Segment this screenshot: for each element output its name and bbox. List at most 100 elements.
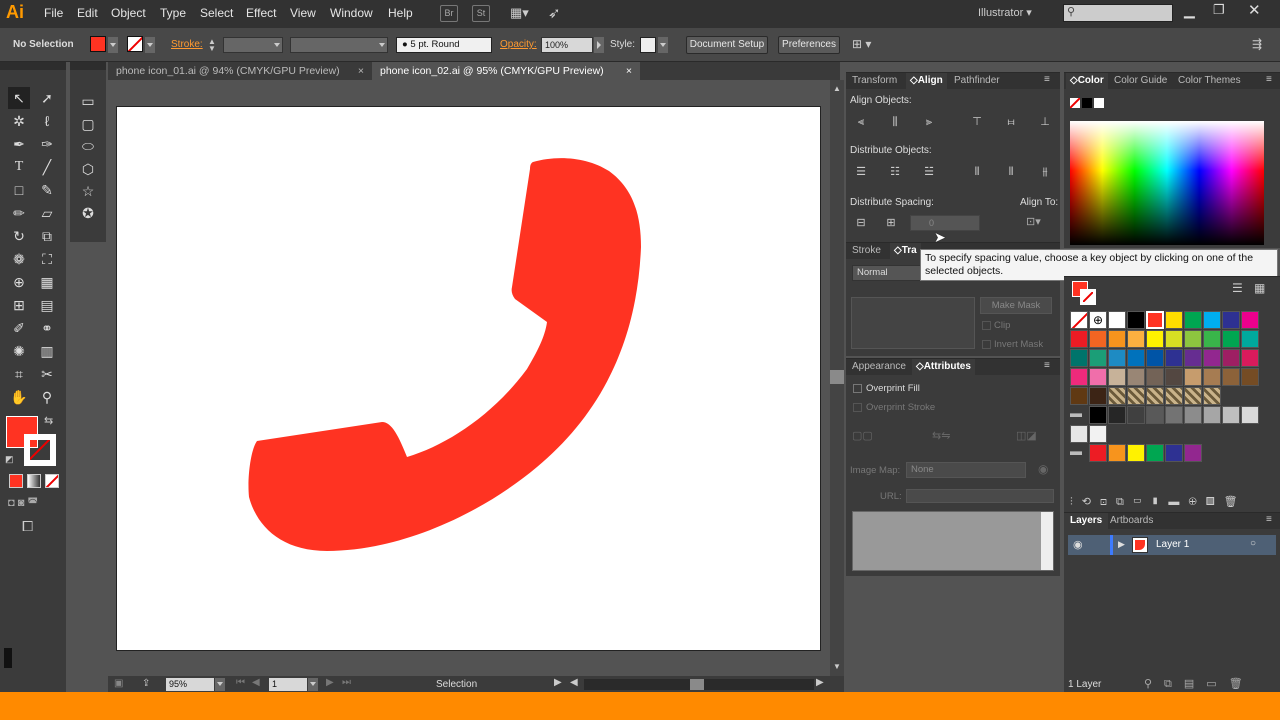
menu-select[interactable]: Select [200, 6, 233, 20]
swatch-color[interactable] [1165, 349, 1183, 367]
show-center-icons[interactable]: ▢▢ [852, 429, 873, 442]
swatch-color[interactable] [1203, 330, 1221, 348]
swatch-stroke-indicator[interactable] [1080, 289, 1096, 305]
swatch-color[interactable] [1127, 406, 1145, 424]
column-graph-tool-icon[interactable]: ▥ [36, 340, 58, 362]
menu-view[interactable]: View [290, 6, 316, 20]
swatch-pattern[interactable] [1203, 387, 1221, 405]
rotate-tool-icon[interactable]: ↻ [8, 225, 30, 247]
swatch-folder-icon[interactable]: ▬ [1070, 406, 1088, 424]
status-menu-icon[interactable]: ▶ [554, 677, 562, 688]
mesh-tool-icon[interactable]: ⊞ [8, 294, 30, 316]
style-dropdown[interactable] [658, 37, 668, 53]
selection-tool-icon[interactable]: ↖ [8, 87, 30, 109]
tab-phone-icon-01[interactable]: phone icon_01.ai @ 94% (CMYK/GPU Preview… [108, 62, 372, 80]
align-left-icon[interactable]: ⫷ [854, 115, 868, 129]
horizontal-distribute-space-icon[interactable]: ⊞ [884, 216, 898, 230]
swatch-color[interactable] [1108, 311, 1126, 329]
menu-type[interactable]: Type [160, 6, 186, 20]
swatch-color[interactable] [1070, 349, 1088, 367]
swatch-color[interactable] [1184, 349, 1202, 367]
horizontal-scrollbar[interactable] [584, 679, 814, 690]
h-scroll-thumb[interactable] [690, 679, 704, 690]
rectangle-shape-icon[interactable]: ▭ [77, 90, 99, 112]
none-mode-icon[interactable] [45, 474, 59, 488]
swatch-folder-icon[interactable]: ▬ [1070, 444, 1088, 462]
artboard-tool-icon[interactable]: ⌗ [8, 363, 30, 385]
swatch-color[interactable] [1165, 406, 1183, 424]
swatch-color[interactable] [1108, 444, 1126, 462]
swatch-pattern[interactable] [1146, 387, 1164, 405]
swatch-color[interactable] [1070, 425, 1088, 443]
panel-menu-icon[interactable]: ⇶ [1252, 37, 1262, 51]
align-to-dropdown-icon[interactable]: ⊡▾ [1026, 215, 1041, 228]
swap-fill-stroke-icon[interactable]: ⇆ [44, 414, 53, 427]
swatch-pattern[interactable] [1165, 387, 1183, 405]
swatch-color[interactable] [1070, 387, 1088, 405]
drawing-modes-icon[interactable]: ◘ ◙ ◚ [8, 496, 60, 512]
swatch-color[interactable] [1146, 406, 1164, 424]
visibility-eye-icon[interactable]: ◉ [1073, 538, 1083, 551]
layer-row[interactable]: ◉ ▶ Layer 1 ○ [1068, 535, 1276, 555]
blend-mode-dropdown[interactable]: Normal [852, 265, 922, 281]
clip-checkbox[interactable] [982, 321, 991, 330]
color-spectrum[interactable] [1070, 121, 1264, 245]
pen-tool-icon[interactable]: ✒ [8, 133, 30, 155]
type-tool-icon[interactable]: T [8, 156, 30, 178]
swatch-color[interactable] [1241, 311, 1259, 329]
lasso-tool-icon[interactable]: ℓ [36, 110, 58, 132]
screen-mode-icon[interactable]: ⧠ [22, 518, 33, 535]
panel-menu-icon[interactable]: ≡ [1266, 514, 1272, 525]
scroll-thumb[interactable] [830, 370, 844, 384]
align-v-center-icon[interactable]: ⧦ [1004, 115, 1018, 129]
notes-area[interactable] [852, 511, 1054, 571]
prev-artboard-icon[interactable]: ◀ [252, 677, 260, 688]
panel-menu-icon[interactable]: ≡ [1044, 74, 1050, 85]
magic-wand-tool-icon[interactable]: ✲ [8, 110, 30, 132]
swatch-color[interactable] [1165, 368, 1183, 386]
swatch-color[interactable] [1089, 349, 1107, 367]
tab-phone-icon-02[interactable]: phone icon_02.ai @ 95% (CMYK/GPU Preview… [372, 62, 640, 80]
minimize-icon[interactable]: ▁ [1184, 2, 1195, 19]
rectangle-tool-icon[interactable]: □ [8, 179, 30, 201]
tab-color[interactable]: ◇Color [1066, 73, 1108, 89]
swatch-color[interactable] [1241, 330, 1259, 348]
swatch-color[interactable] [1241, 349, 1259, 367]
fill-rule-icons[interactable]: ◫◪ [1016, 429, 1037, 442]
target-icon[interactable]: ○ [1250, 538, 1256, 549]
swatch-color[interactable] [1203, 368, 1221, 386]
stroke-dropdown[interactable] [145, 37, 155, 53]
fill-dropdown[interactable] [108, 37, 118, 53]
swatch-color[interactable] [1108, 330, 1126, 348]
tab-color-guide[interactable]: Color Guide [1114, 75, 1167, 86]
opacity-field[interactable]: 100% [541, 37, 593, 53]
menu-help[interactable]: Help [388, 6, 413, 20]
white-color-chip[interactable] [1094, 98, 1104, 108]
close-tab-icon[interactable]: × [626, 62, 632, 80]
next-artboard-icon[interactable]: ▶ [326, 677, 334, 688]
invert-mask-checkbox[interactable] [982, 340, 991, 349]
distribute-bottom-icon[interactable]: ☱ [922, 165, 936, 179]
stroke-weight-stepper[interactable]: ▲ ▼ [208, 38, 220, 53]
swatch-color[interactable] [1089, 406, 1107, 424]
swatch-color[interactable] [1089, 444, 1107, 462]
tab-pathfinder[interactable]: Pathfinder [954, 75, 1000, 86]
align-bottom-icon[interactable]: ⊥ [1038, 115, 1052, 129]
none-color-icon[interactable] [1070, 98, 1080, 108]
distribute-right-icon[interactable]: ⫵ [1038, 165, 1052, 179]
swatch-color[interactable] [1146, 368, 1164, 386]
swatch-color[interactable] [1222, 349, 1240, 367]
pencil-tool-icon[interactable]: ✏ [8, 202, 30, 224]
reverse-path-icons[interactable]: ⇆⇋ [932, 429, 950, 442]
swatch-color[interactable] [1089, 425, 1107, 443]
swatch-color[interactable] [1127, 330, 1145, 348]
swatch-pattern[interactable] [1108, 387, 1126, 405]
swatch-color[interactable] [1089, 387, 1107, 405]
swatch-color[interactable] [1089, 368, 1107, 386]
zoom-field[interactable]: 95% [166, 678, 214, 691]
scale-tool-icon[interactable]: ⧉ [36, 225, 58, 247]
gpu-performance-icon[interactable]: ➶ [548, 4, 561, 22]
url-field[interactable] [906, 489, 1054, 503]
distribute-left-icon[interactable]: ⦀ [970, 165, 984, 179]
arrange-documents-icon[interactable]: ▦▾ [510, 5, 536, 22]
